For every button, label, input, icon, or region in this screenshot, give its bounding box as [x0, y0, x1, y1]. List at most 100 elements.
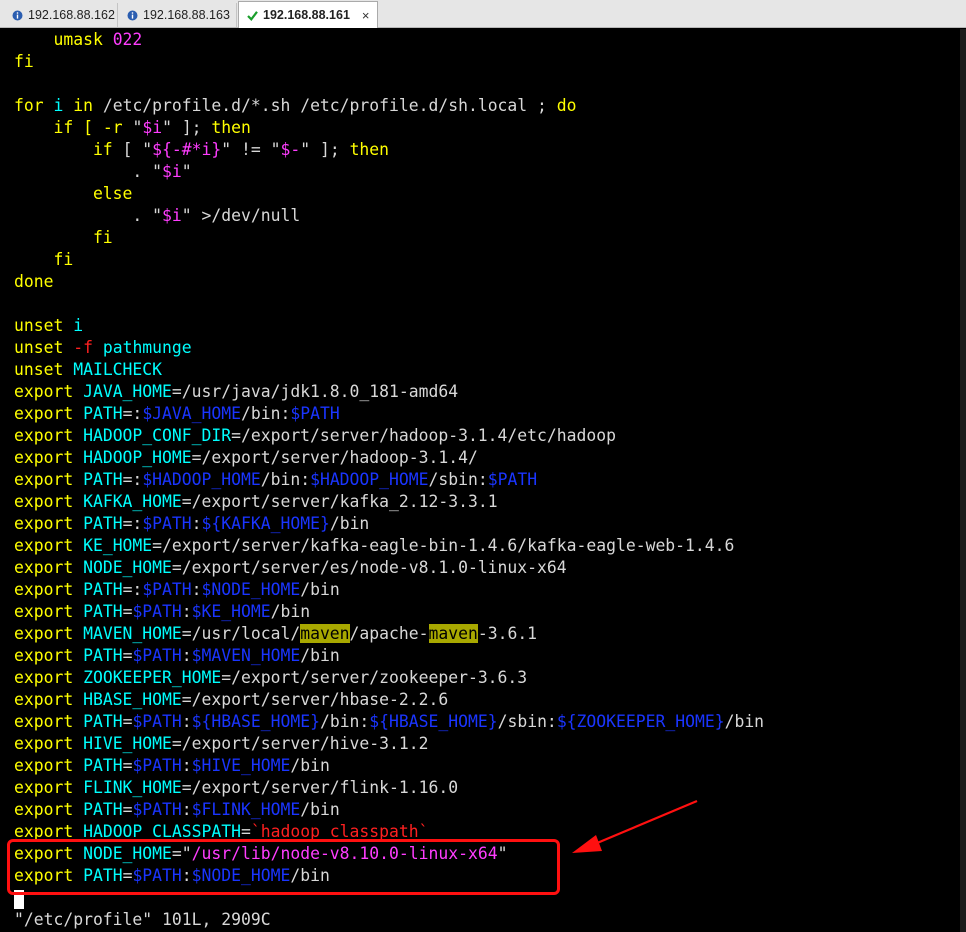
line-token: /bin [724, 712, 765, 731]
line-token: export [14, 646, 74, 665]
line-token: MAVEN_HOME [73, 624, 182, 643]
line-token: export [14, 558, 74, 577]
line-token: PATH [73, 646, 123, 665]
line-token: $i [162, 162, 182, 181]
line-token: =/usr/java/jdk1.8.0_181-amd64 [171, 382, 459, 401]
line-token: pathmunge [92, 338, 192, 357]
buffer-line: export PATH=$PATH:${HBASE_HOME}/bin:${HB… [14, 711, 764, 733]
line-token: NODE_HOME [73, 558, 172, 577]
line-token: /bin [290, 756, 330, 775]
line-token: : [181, 712, 192, 731]
terminal-scrollbar[interactable] [960, 29, 966, 932]
line-token: $PATH [142, 514, 192, 533]
line-token: export [14, 404, 74, 423]
line-token: PATH [73, 800, 123, 819]
close-tab-icon[interactable]: × [362, 8, 370, 23]
line-token: FLINK_HOME [73, 778, 182, 797]
info-icon [127, 10, 138, 21]
buffer-line: unset -f pathmunge [14, 337, 192, 359]
buffer-line: unset MAILCHECK [14, 359, 162, 381]
session-tab-192-168-88-162[interactable]: 192.168.88.162 [4, 3, 118, 27]
session-tab-192-168-88-161[interactable]: 192.168.88.161 × [238, 1, 378, 28]
line-token: $PATH [132, 646, 182, 665]
line-token: /bin [300, 646, 340, 665]
line-token: export [14, 756, 74, 775]
line-token: export [14, 624, 74, 643]
buffer-line: export HBASE_HOME=/export/server/hbase-2… [14, 689, 448, 711]
buffer-line: export NODE_HOME=/export/server/es/node-… [14, 557, 567, 579]
line-token: export [14, 382, 74, 401]
line-token: export [14, 602, 74, 621]
line-token [63, 338, 73, 357]
line-token: export [14, 580, 74, 599]
line-token: export [14, 712, 74, 731]
line-token: $KE_HOME [191, 602, 271, 621]
buffer-line: "/etc/profile" 101L, 2909C [14, 909, 271, 931]
buffer-line: export HADOOP_CONF_DIR=/export/server/ha… [14, 425, 616, 447]
buffer-line: export PATH=:$HADOOP_HOME/bin:$HADOOP_HO… [14, 469, 537, 491]
line-token: " >/dev/null [181, 206, 301, 225]
buffer-line: if [ "${-#*i}" != "$-" ]; then [14, 139, 389, 161]
line-token: =/export/server/flink-1.16.0 [181, 778, 459, 797]
line-token: $i [162, 206, 182, 225]
line-token: PATH [73, 712, 123, 731]
line-token: $PATH [132, 712, 182, 731]
line-token: /bin: [319, 712, 370, 731]
buffer-line: for i in /etc/profile.d/*.sh /etc/profil… [14, 95, 577, 117]
line-token: =: [122, 470, 143, 489]
line-token: ${HBASE_HOME} [369, 712, 498, 731]
line-token: -r [102, 118, 123, 137]
line-token: " != " [221, 140, 281, 159]
line-token: i [43, 96, 74, 115]
line-token: unset [14, 338, 64, 357]
session-tab-192-168-88-163[interactable]: 192.168.88.163 [119, 3, 237, 27]
line-token: = [122, 646, 133, 665]
line-token: export [14, 492, 74, 511]
line-token: ${-#*i} [152, 140, 222, 159]
line-token: =: [122, 404, 143, 423]
buffer-line: export HADOOP_HOME=/export/server/hadoop… [14, 447, 478, 469]
line-token: ZOOKEEPER_HOME [73, 668, 222, 687]
line-token: =/export/server/es/node-v8.1.0-linux-x64 [171, 558, 567, 577]
line-token: $HIVE_HOME [191, 756, 291, 775]
line-token: unset [14, 316, 64, 335]
buffer-line: export KE_HOME=/export/server/kafka-eagl… [14, 535, 734, 557]
buffer-line: export PATH=$PATH:$KE_HOME/bin [14, 601, 310, 623]
buffer-line: done [14, 271, 53, 293]
line-token: : [191, 514, 202, 533]
buffer-line: . "$i" >/dev/null [14, 205, 300, 227]
line-token: KAFKA_HOME [73, 492, 182, 511]
line-token: /sbin: [497, 712, 557, 731]
line-token: ${HBASE_HOME} [191, 712, 320, 731]
line-token: =/export/server/kafka_2.12-3.3.1 [181, 492, 498, 511]
line-token: fi [14, 228, 113, 247]
line-token: = [122, 712, 133, 731]
line-token: HADOOP_HOME [73, 448, 192, 467]
line-token: export [14, 778, 74, 797]
line-token: 022 [112, 30, 143, 49]
line-token: $PATH [487, 470, 538, 489]
line-token: " ]; [162, 118, 212, 137]
line-token: "/etc/profile" 101L, 2909C [14, 910, 271, 929]
buffer-line: export MAVEN_HOME=/usr/local/maven/apach… [14, 623, 537, 645]
line-token: export [14, 800, 74, 819]
line-token: /bin [329, 514, 370, 533]
buffer-line: unset i [14, 315, 83, 337]
line-token: PATH [73, 756, 123, 775]
line-token: export [14, 668, 74, 687]
line-token: PATH [73, 514, 123, 533]
line-token: -f [73, 338, 93, 357]
line-token: =: [122, 514, 143, 533]
line-token: $PATH [132, 800, 182, 819]
line-token: for [14, 96, 44, 115]
line-token: /apache- [349, 624, 429, 643]
line-token: . " [14, 206, 163, 225]
line-token: unset [14, 360, 64, 379]
line-token: [ " [112, 140, 153, 159]
line-token: /bin [270, 602, 311, 621]
line-token: " ]; [300, 140, 350, 159]
line-token: KE_HOME [73, 536, 153, 555]
buffer-line: export PATH=$PATH:$HIVE_HOME/bin [14, 755, 330, 777]
buffer-line: if [ -r "$i" ]; then [14, 117, 250, 139]
line-token: " [181, 162, 192, 181]
